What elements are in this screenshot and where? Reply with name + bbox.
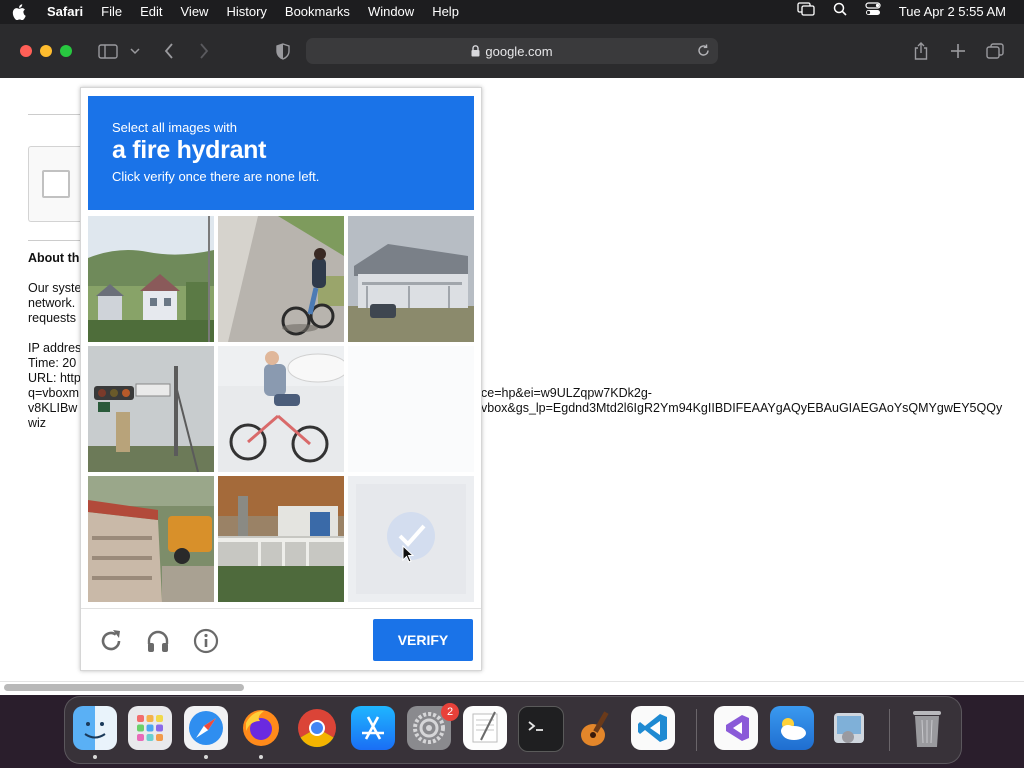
menu-bookmarks[interactable]: Bookmarks: [276, 0, 359, 24]
captcha-tile[interactable]: [348, 216, 474, 342]
captcha-tile[interactable]: [218, 346, 344, 472]
share-icon[interactable]: [912, 41, 930, 61]
divider: [28, 240, 80, 241]
close-window-button[interactable]: [20, 45, 32, 57]
url-query-line: v8KLIBw: [28, 401, 78, 415]
url-query-line: wiz: [28, 416, 47, 430]
captcha-header: Select all images with a fire hydrant Cl…: [88, 96, 474, 210]
textedit-icon[interactable]: [463, 706, 507, 750]
app-store-icon[interactable]: [351, 706, 395, 750]
time-label: Time: 20: [28, 356, 77, 370]
captcha-tile-selected[interactable]: [348, 476, 474, 602]
launchpad-icon[interactable]: [128, 706, 172, 750]
weather-icon[interactable]: [770, 706, 814, 750]
running-indicator: [204, 755, 208, 759]
explanation-line: requests: [28, 311, 76, 325]
url-query-line: q=vboxm: [28, 386, 80, 400]
url-label: URL: http: [28, 371, 81, 385]
captcha-tile[interactable]: [218, 216, 344, 342]
minimize-window-button[interactable]: [40, 45, 52, 57]
captcha-tile[interactable]: [88, 476, 214, 602]
captcha-instruction: Select all images with: [112, 120, 237, 135]
url-text: google.com: [485, 43, 553, 59]
forward-icon[interactable]: [195, 42, 213, 60]
info-icon[interactable]: [193, 628, 219, 659]
menubar-clock[interactable]: Tue Apr 2 5:55 AM: [890, 0, 1024, 24]
scrollbar-thumb[interactable]: [4, 684, 244, 691]
sidebar-toggle-icon[interactable]: [97, 42, 119, 60]
garageband-icon[interactable]: [574, 706, 618, 750]
finder-icon[interactable]: [73, 706, 117, 750]
mouse-cursor-icon: [402, 544, 415, 568]
captcha-footer: VERIFY: [81, 608, 481, 671]
app-menu[interactable]: Safari: [38, 0, 92, 24]
vscode-icon[interactable]: [631, 706, 675, 750]
captcha-tile-loading[interactable]: [348, 346, 474, 472]
captcha-tile[interactable]: [88, 346, 214, 472]
lock-icon: [471, 45, 480, 57]
ip-address-label: IP addres: [28, 341, 82, 355]
running-indicator: [93, 755, 97, 759]
url-query-tail: vbox&gs_lp=Egdnd3Mtd2l6IgR2Ym94KgIIBDIFE…: [481, 401, 1003, 415]
menu-edit[interactable]: Edit: [131, 0, 171, 24]
new-tab-icon[interactable]: [949, 42, 967, 60]
menu-history[interactable]: History: [217, 0, 275, 24]
apple-icon[interactable]: [0, 4, 38, 20]
dock: 2: [64, 696, 962, 764]
safari-icon[interactable]: [184, 706, 228, 750]
back-icon[interactable]: [160, 42, 178, 60]
tab-overview-icon[interactable]: [985, 42, 1005, 60]
preview-icon[interactable]: [827, 706, 871, 750]
privacy-shield-icon[interactable]: [274, 42, 292, 60]
captcha-target: a fire hydrant: [112, 136, 267, 164]
divider: [28, 114, 80, 115]
headphones-icon[interactable]: [145, 628, 171, 659]
firefox-icon[interactable]: [239, 706, 283, 750]
zoom-window-button[interactable]: [60, 45, 72, 57]
menu-bar: Safari File Edit View History Bookmarks …: [0, 0, 1024, 24]
verify-button[interactable]: VERIFY: [373, 619, 473, 661]
captcha-tile[interactable]: [88, 216, 214, 342]
dock-separator: [696, 709, 697, 751]
menu-file[interactable]: File: [92, 0, 131, 24]
captcha-subinstruction: Click verify once there are none left.: [112, 169, 320, 184]
explanation-line: network.: [28, 296, 76, 310]
explanation-line: Our syste: [28, 281, 82, 295]
trash-icon[interactable]: [905, 706, 949, 750]
reload-icon[interactable]: [697, 44, 710, 57]
menu-window[interactable]: Window: [359, 0, 423, 24]
about-heading: About th: [28, 251, 80, 265]
menu-view[interactable]: View: [172, 0, 218, 24]
control-center-icon[interactable]: [856, 0, 890, 24]
screen-mirroring-icon[interactable]: [788, 0, 824, 24]
notification-badge: 2: [441, 703, 459, 721]
spotlight-icon[interactable]: [824, 0, 856, 24]
chrome-icon[interactable]: [295, 706, 339, 750]
captcha-tile[interactable]: [218, 476, 344, 602]
captcha-challenge: Select all images with a fire hydrant Cl…: [80, 87, 482, 671]
terminal-icon[interactable]: [518, 706, 564, 752]
recaptcha-checkbox[interactable]: [42, 170, 70, 198]
menu-help[interactable]: Help: [423, 0, 468, 24]
visual-studio-icon[interactable]: [714, 706, 758, 750]
reload-challenge-icon[interactable]: [98, 628, 124, 659]
address-bar[interactable]: google.com: [306, 38, 718, 64]
url-query-tail: ce=hp&ei=w9ULZqpw7KDk2g-: [481, 386, 652, 400]
recaptcha-anchor: [28, 146, 81, 222]
running-indicator: [259, 755, 263, 759]
dock-separator: [889, 709, 890, 751]
chevron-down-icon[interactable]: [128, 44, 142, 58]
